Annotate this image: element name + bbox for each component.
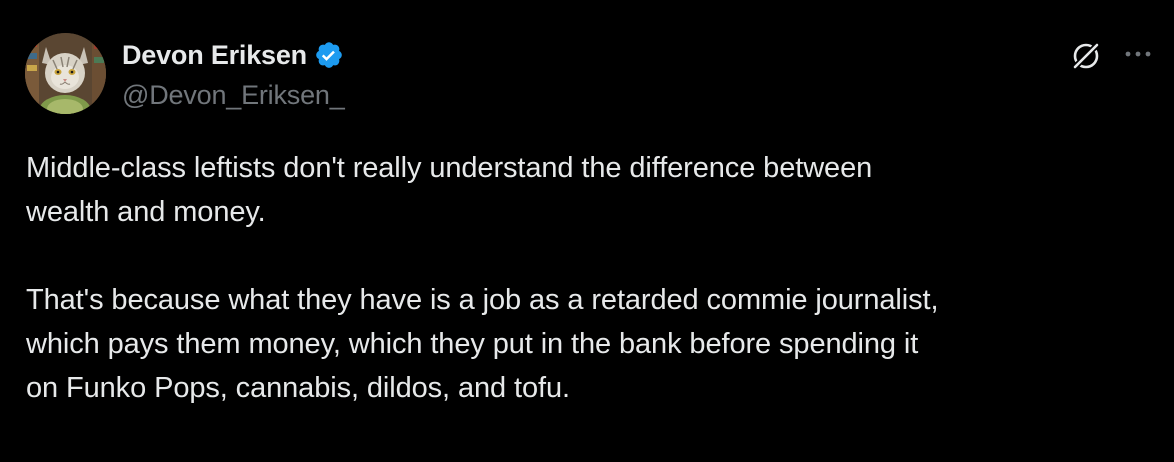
cat-avatar-icon bbox=[25, 33, 106, 114]
tweet-line: on Funko Pops, cannabis, dildos, and tof… bbox=[26, 372, 570, 404]
verified-badge-icon[interactable] bbox=[314, 40, 344, 70]
author-name[interactable]: Devon Eriksen bbox=[122, 40, 307, 71]
tweet-line: wealth and money. bbox=[26, 196, 266, 228]
tweet-line: Middle-class leftists don't really under… bbox=[26, 152, 873, 184]
more-options-icon[interactable] bbox=[1123, 45, 1153, 63]
tweet-text: Middle-class leftists don't really under… bbox=[26, 146, 1146, 410]
author-handle[interactable]: @Devon_Eriksen_ bbox=[122, 80, 345, 111]
grok-icon[interactable] bbox=[1068, 38, 1104, 74]
tweet-line: which pays them money, which they put in… bbox=[26, 328, 919, 360]
tweet: Devon Eriksen @Devon_Eriksen_ Middle-cla… bbox=[0, 0, 1174, 462]
author-avatar[interactable] bbox=[25, 33, 106, 114]
author-name-row: Devon Eriksen bbox=[122, 38, 344, 72]
tweet-line: That's because what they have is a job a… bbox=[26, 284, 939, 316]
